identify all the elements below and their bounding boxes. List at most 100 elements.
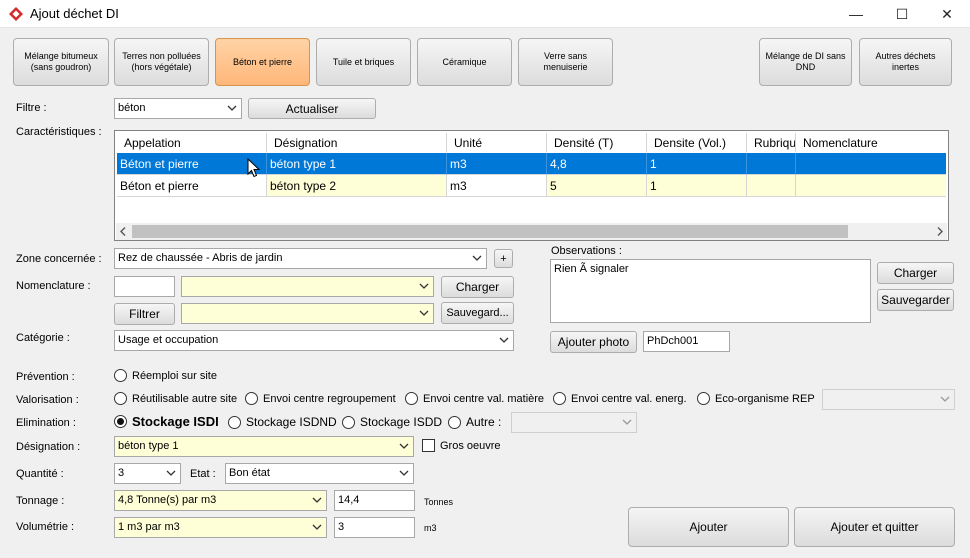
categorie-value: Usage et occupation [118, 334, 219, 346]
column-header-appelation[interactable]: Appelation [117, 133, 267, 152]
category-melange-bitumeux[interactable]: Mélange bitumeux (sans goudron) [13, 38, 109, 86]
tonnage-unit: Tonnes [424, 497, 454, 507]
category-ceramique[interactable]: Céramique [417, 38, 512, 86]
cell-rubrique [747, 175, 796, 197]
nomenclature-save-button[interactable]: Sauvegard... [441, 302, 514, 324]
horizontal-scrollbar[interactable] [116, 223, 947, 240]
valorisation-combo[interactable] [822, 389, 955, 410]
chevron-down-icon [419, 310, 429, 316]
radio-autre[interactable]: Autre : [448, 415, 501, 429]
add-zone-button[interactable]: + [494, 249, 513, 268]
add-and-quit-button[interactable]: Ajouter et quitter [794, 507, 955, 547]
nomenclature-code-input[interactable] [114, 276, 175, 297]
radio-label: Réutilisable autre site [132, 392, 238, 405]
radio-label: Stockage ISDI [132, 414, 219, 429]
categorie-combo[interactable]: Usage et occupation [114, 330, 514, 351]
categorie-label: Catégorie : [16, 332, 70, 344]
radio-circle [114, 369, 127, 382]
scroll-left-icon[interactable] [119, 227, 127, 236]
chevron-down-icon [499, 337, 509, 343]
radio-reutilisable-autre-site[interactable]: Réutilisable autre site [114, 392, 237, 405]
radio-envoi-centre-regroupement[interactable]: Envoi centre regroupement [245, 392, 396, 405]
cell-appelation: Béton et pierre [117, 175, 267, 197]
cell-densite-vol: 1 [647, 175, 747, 197]
category-autres-dechets-inertes[interactable]: Autres déchets inertes [859, 38, 952, 86]
radio-label: Stockage ISDND [246, 415, 337, 429]
refresh-button[interactable]: Actualiser [248, 98, 376, 119]
observations-save-button[interactable]: Sauvegarder [877, 289, 954, 311]
add-photo-button[interactable]: Ajouter photo [550, 331, 637, 353]
prevention-label: Prévention : [16, 371, 75, 383]
category-tuile-et-briques[interactable]: Tuile et briques [316, 38, 411, 86]
nomenclature-combo[interactable] [181, 276, 434, 297]
observations-load-button[interactable]: Charger [877, 262, 954, 284]
maximize-icon: ☐ [895, 5, 909, 22]
nomenclature-filter-combo[interactable] [181, 303, 434, 324]
scroll-right-icon[interactable] [936, 227, 944, 236]
cell-densite-t: 5 [547, 175, 647, 197]
chevron-down-icon [166, 470, 176, 476]
nomenclature-load-button[interactable]: Charger [441, 276, 514, 298]
add-button[interactable]: Ajouter [628, 507, 789, 547]
radio-circle [342, 415, 355, 429]
radio-reemploi-sur-site[interactable]: Réemploi sur site [114, 369, 217, 382]
close-icon: ✕ [941, 5, 953, 22]
gros-oeuvre-checkbox[interactable]: Gros oeuvre [422, 439, 501, 452]
quantite-label: Quantité : [16, 468, 64, 480]
category-verre-sans-menuiserie[interactable]: Verre sans menuiserie [518, 38, 613, 86]
title-bar: Ajout déchet DI — ☐ ✕ [0, 0, 970, 28]
category-melange-di-sans-dnd[interactable]: Mélange de DI sans DND [759, 38, 852, 86]
radio-stockage-isdnd[interactable]: Stockage ISDND [228, 415, 337, 429]
designation-value: béton type 1 [118, 440, 179, 452]
maximize-button[interactable]: ☐ [879, 0, 925, 28]
volumetrie-unit: m3 [424, 523, 437, 533]
column-header-designation[interactable]: Désignation [267, 133, 447, 152]
quantite-combo[interactable]: 3 [114, 463, 181, 484]
column-header-unite[interactable]: Unité [447, 133, 547, 152]
etat-combo[interactable]: Bon état [225, 463, 414, 484]
close-button[interactable]: ✕ [924, 0, 970, 28]
column-header-nomenclature[interactable]: Nomenclature [796, 133, 946, 152]
cell-densite-t: 4,8 [547, 153, 647, 175]
chevron-down-icon [399, 470, 409, 476]
elimination-combo[interactable] [511, 412, 637, 433]
cell-densite-vol: 1 [647, 153, 747, 175]
column-header-rubrique[interactable]: Rubrique [747, 133, 796, 152]
radio-circle [114, 415, 127, 428]
checkbox-box [422, 439, 435, 452]
filter-combo[interactable]: béton [114, 98, 242, 119]
observations-textarea[interactable]: Rien Ã signaler [550, 259, 871, 323]
category-terres-non-polluees[interactable]: Terres non polluées (hors végétale) [114, 38, 209, 86]
designation-combo[interactable]: béton type 1 [114, 436, 414, 457]
column-header-densite-vol[interactable]: Densite (Vol.) [647, 133, 747, 152]
chevron-down-icon [622, 419, 632, 425]
chevron-down-icon [940, 396, 950, 402]
radio-stockage-isdi[interactable]: Stockage ISDI [114, 414, 219, 429]
radio-eco-organisme-rep[interactable]: Eco-organisme REP [697, 392, 815, 405]
nomenclature-label: Nomenclature : [16, 280, 91, 292]
photo-id-input[interactable]: PhDch001 [643, 331, 730, 352]
radio-stockage-isdd[interactable]: Stockage ISDD [342, 415, 442, 429]
minimize-button[interactable]: — [833, 0, 879, 28]
zone-combo[interactable]: Rez de chaussée - Abris de jardin [114, 248, 487, 269]
radio-label: Stockage ISDD [360, 415, 443, 429]
filter-value: béton [118, 102, 146, 114]
volumetrie-amount-input[interactable]: 3 [334, 517, 415, 538]
characteristics-grid[interactable]: Appelation Désignation Unité Densité (T)… [114, 130, 949, 241]
column-header-densite-t[interactable]: Densité (T) [547, 133, 647, 152]
cell-nomenclature [796, 153, 946, 175]
zone-label: Zone concernée : [16, 253, 102, 265]
quantite-value: 3 [118, 467, 125, 479]
volumetrie-combo[interactable]: 1 m3 par m3 [114, 517, 327, 538]
chevron-down-icon [399, 443, 409, 449]
volumetrie-value: 1 m3 par m3 [118, 521, 180, 533]
scroll-thumb[interactable] [132, 225, 848, 238]
radio-envoi-centre-val-energ[interactable]: Envoi centre val. energ. [553, 392, 687, 405]
tonnage-amount-input[interactable]: 14,4 [334, 490, 415, 511]
category-beton-et-pierre[interactable]: Béton et pierre [215, 38, 310, 86]
cell-unite: m3 [447, 153, 547, 175]
radio-envoi-centre-val-matiere[interactable]: Envoi centre val. matière [405, 392, 544, 405]
filter-button[interactable]: Filtrer [114, 303, 175, 325]
checkbox-label: Gros oeuvre [440, 439, 501, 452]
tonnage-combo[interactable]: 4,8 Tonne(s) par m3 [114, 490, 327, 511]
